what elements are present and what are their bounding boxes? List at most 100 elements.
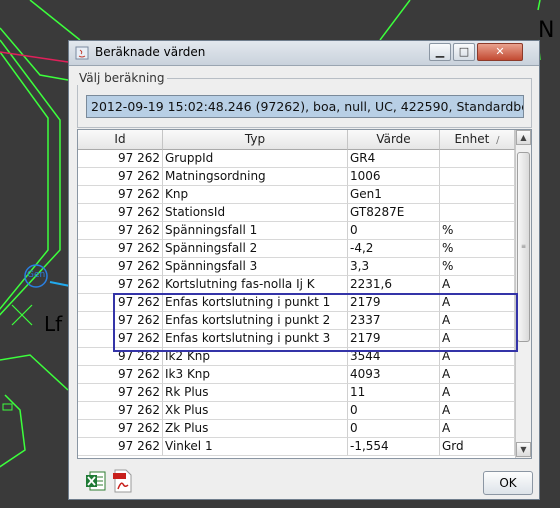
cell-id: 97 262: [78, 186, 163, 204]
cell-typ: Ik2 Knp: [163, 348, 348, 366]
table-row[interactable]: 97 262 Rk Plus 11 A: [78, 384, 515, 402]
cell-enhet: A: [440, 276, 515, 294]
cell-id: 97 262: [78, 330, 163, 348]
table-row[interactable]: 97 262 Kortslutning fas-nolla Ij K 2231,6 A: [78, 276, 515, 294]
close-icon: ✕: [495, 45, 505, 58]
cell-typ: StationsId: [163, 204, 348, 222]
table-row[interactable]: 97 262 Knp Gen1: [78, 186, 515, 204]
cell-id: 97 262: [78, 312, 163, 330]
table-row[interactable]: 97 262 StationsId GT8287E: [78, 204, 515, 222]
cell-varde: -1,554: [348, 438, 440, 456]
cell-enhet: [440, 168, 515, 186]
scroll-up-icon: ▲: [520, 133, 527, 142]
ok-button[interactable]: OK: [483, 471, 533, 495]
maximize-button[interactable]: □: [453, 43, 475, 61]
cell-varde: 11: [348, 384, 440, 402]
cell-typ: GruppId: [163, 150, 348, 168]
cell-varde: 2337: [348, 312, 440, 330]
cell-enhet: [440, 150, 515, 168]
table-row[interactable]: 97 262 Spänningsfall 2 -4,2%: [78, 240, 515, 258]
table-row[interactable]: 97 262 Xk Plus 0 A: [78, 402, 515, 420]
java-app-icon: [75, 46, 89, 60]
title-bar[interactable]: Beräknade värden ▁ □ ✕: [69, 41, 539, 66]
cell-typ: Spänningsfall 3: [163, 258, 348, 276]
column-header-varde[interactable]: Värde: [348, 130, 440, 150]
table-row[interactable]: 97 262 Ik3 Knp 4093 A: [78, 366, 515, 384]
cell-enhet: A: [440, 294, 515, 312]
table-row[interactable]: 97 262 Enfas kortslutning i punkt 2 2337 A: [78, 312, 515, 330]
table-row[interactable]: 97 262 Spänningsfall 1 0%: [78, 222, 515, 240]
cell-varde: GR4: [348, 150, 440, 168]
dialog-title: Beräknade värden: [95, 45, 206, 59]
cell-typ: Kortslutning fas-nolla Ij K: [163, 276, 348, 294]
cell-typ: Zk Plus: [163, 420, 348, 438]
table-row[interactable]: 97 262 Vinkel 1 -1,554 Grd: [78, 438, 515, 456]
lf-label: Lf: [44, 312, 63, 336]
table-row[interactable]: 97 262 Spänningsfall 3 3,3%: [78, 258, 515, 276]
cell-typ: Enfas kortslutning i punkt 1: [163, 294, 348, 312]
table-row[interactable]: 97 262 Zk Plus 0 A: [78, 420, 515, 438]
cell-enhet: [440, 204, 515, 222]
table-row[interactable]: 97 262 GruppId GR4: [78, 150, 515, 168]
cell-id: 97 262: [78, 150, 163, 168]
cell-varde: 3544: [348, 348, 440, 366]
close-button[interactable]: ✕: [477, 43, 523, 61]
cell-enhet: A: [440, 402, 515, 420]
cell-id: 97 262: [78, 402, 163, 420]
cell-typ: Xk Plus: [163, 402, 348, 420]
cell-enhet: %: [440, 258, 515, 276]
cell-varde: -4,2: [348, 240, 440, 258]
cell-id: 97 262: [78, 276, 163, 294]
table-row[interactable]: 97 262 Matningsordning 1006: [78, 168, 515, 186]
cell-id: 97 262: [78, 204, 163, 222]
pdf-icon[interactable]: [111, 469, 133, 493]
cell-varde: 3,3: [348, 258, 440, 276]
cell-enhet: Grd: [440, 438, 515, 456]
cell-varde: 4093: [348, 366, 440, 384]
scroll-thumb[interactable]: ≡: [517, 152, 530, 342]
cell-enhet: A: [440, 348, 515, 366]
cell-id: 97 262: [78, 366, 163, 384]
cell-enhet: A: [440, 420, 515, 438]
cell-id: 97 262: [78, 222, 163, 240]
cell-enhet: %: [440, 240, 515, 258]
minimize-button[interactable]: ▁: [429, 43, 451, 61]
table-row[interactable]: 97 262 Ik2 Knp 3544 A: [78, 348, 515, 366]
cell-id: 97 262: [78, 438, 163, 456]
cell-id: 97 262: [78, 420, 163, 438]
scroll-up-button[interactable]: ▲: [516, 130, 531, 145]
cell-varde: 1006: [348, 168, 440, 186]
cell-typ: Vinkel 1: [163, 438, 348, 456]
cell-id: 97 262: [78, 258, 163, 276]
cell-varde: 0: [348, 420, 440, 438]
calculation-selector[interactable]: 2012-09-19 15:02:48.246 (97262), boa, nu…: [86, 95, 524, 118]
cell-enhet: A: [440, 366, 515, 384]
cell-varde: Gen1: [348, 186, 440, 204]
cell-enhet: [440, 186, 515, 204]
cell-typ: Spänningsfall 2: [163, 240, 348, 258]
values-table: Id Typ Värde Enhet / 97 262 GruppId GR4 97 …: [77, 129, 532, 459]
n-label: N: [538, 18, 555, 43]
excel-icon[interactable]: [85, 469, 107, 493]
cell-varde: 2179: [348, 330, 440, 348]
column-header-enhet[interactable]: Enhet /: [440, 130, 515, 150]
table-row[interactable]: 97 262 Enfas kortslutning i punkt 1 2179 A: [78, 294, 515, 312]
cell-varde: 2231,6: [348, 276, 440, 294]
scroll-down-button[interactable]: ▼: [516, 442, 531, 457]
cell-varde: GT8287E: [348, 204, 440, 222]
vertical-scrollbar[interactable]: ▲ ≡ ▼: [515, 130, 531, 458]
calculated-values-dialog: Beräknade värden ▁ □ ✕ Välj beräkning 20…: [68, 40, 540, 500]
scroll-grip-icon: ≡: [521, 243, 527, 250]
cell-enhet: A: [440, 384, 515, 402]
maximize-icon: □: [458, 45, 470, 58]
cell-typ: Enfas kortslutning i punkt 3: [163, 330, 348, 348]
table-row[interactable]: 97 262 Enfas kortslutning i punkt 3 2179 A: [78, 330, 515, 348]
cell-enhet: A: [440, 312, 515, 330]
cell-id: 97 262: [78, 384, 163, 402]
column-header-typ[interactable]: Typ: [163, 130, 348, 150]
cell-id: 97 262: [78, 348, 163, 366]
cell-typ: Spänningsfall 1: [163, 222, 348, 240]
column-header-enhet-label: Enhet: [454, 132, 490, 146]
gen-label: Gen: [27, 270, 46, 280]
column-header-id[interactable]: Id: [78, 130, 163, 150]
